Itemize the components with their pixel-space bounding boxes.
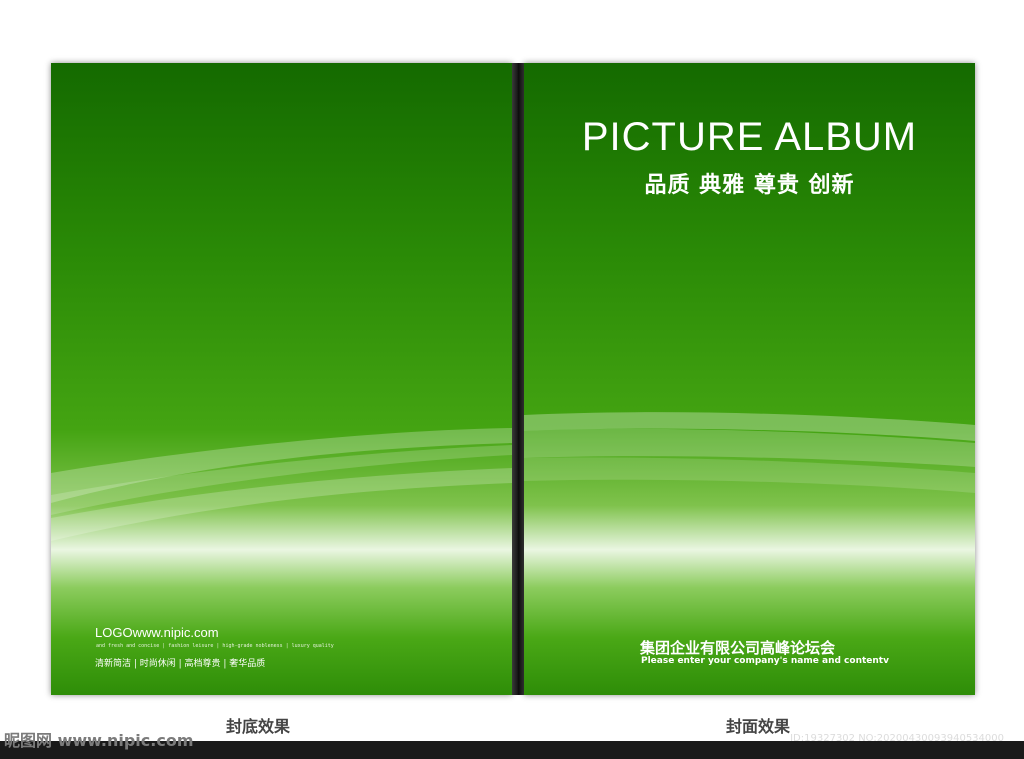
back-cover: LOGOwww.nipic.com and fresh and concise …: [51, 63, 512, 695]
back-cover-caption: 封底效果: [226, 717, 291, 736]
site-watermark: 昵图网 www.nipic.com: [4, 731, 194, 750]
image-id-text: ID:19327302 NO:20200430093940534000: [790, 733, 1004, 744]
album-title: PICTURE ALBUM: [581, 115, 918, 159]
wave-graphic: [51, 428, 512, 541]
back-english-line: and fresh and concise | fashion leisure …: [96, 643, 334, 649]
book-spine: [512, 63, 524, 695]
back-chinese-line: 清新简洁 | 时尚休闲 | 高档尊贵 | 奢华品质: [95, 659, 266, 669]
front-cover-caption: 封面效果: [726, 717, 791, 736]
front-cover: PICTURE ALBUM 品质 典雅 尊贵 创新 集团企业有限公司高峰论坛会 …: [524, 63, 975, 695]
company-subtitle: Please enter your company's name and con…: [641, 656, 889, 666]
back-logo-text: LOGOwww.nipic.com: [95, 625, 219, 640]
album-tagline: 品质 典雅 尊贵 创新: [644, 173, 855, 198]
company-name: 集团企业有限公司高峰论坛会: [640, 639, 836, 657]
